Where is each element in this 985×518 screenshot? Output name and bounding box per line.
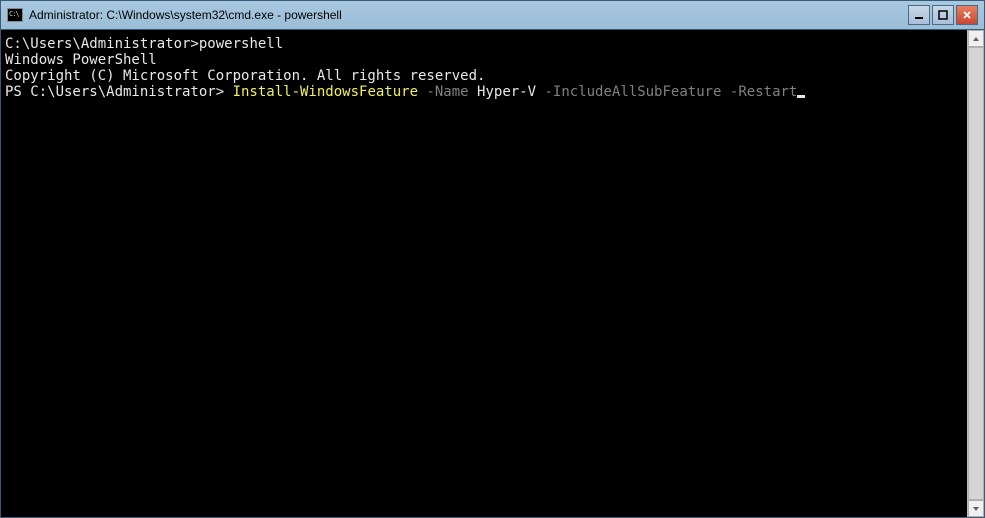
minimize-button[interactable] — [908, 5, 930, 25]
close-button[interactable] — [956, 5, 978, 25]
terminal-line: Windows PowerShell — [5, 52, 963, 68]
terminal-area[interactable]: C:\Users\Administrator>powershellWindows… — [1, 30, 967, 517]
param-name: -IncludeAllSubFeature — [536, 84, 730, 100]
param-value: Hyper-V — [477, 84, 536, 100]
titlebar[interactable]: Administrator: C:\Windows\system32\cmd.e… — [1, 1, 984, 29]
param-name: -Restart — [730, 84, 797, 100]
param-name: -Name — [418, 84, 477, 100]
window-body: C:\Users\Administrator>powershellWindows… — [1, 29, 984, 517]
vertical-scrollbar[interactable] — [967, 30, 984, 517]
terminal-line: C:\Users\Administrator>powershell — [5, 36, 963, 52]
text-cursor — [797, 95, 805, 98]
window-controls — [908, 5, 978, 25]
scroll-down-button[interactable] — [968, 500, 984, 517]
terminal-line: Copyright (C) Microsoft Corporation. All… — [5, 68, 963, 84]
maximize-button[interactable] — [932, 5, 954, 25]
scroll-up-button[interactable] — [968, 30, 984, 47]
cmdlet-name: Install-WindowsFeature — [233, 84, 418, 100]
terminal-current-line: PS C:\Users\Administrator> Install-Windo… — [5, 84, 963, 100]
scroll-track[interactable] — [968, 47, 984, 500]
cmd-icon — [7, 8, 23, 22]
window-title: Administrator: C:\Windows\system32\cmd.e… — [29, 8, 908, 22]
scroll-thumb[interactable] — [968, 47, 984, 500]
cmd-window: Administrator: C:\Windows\system32\cmd.e… — [0, 0, 985, 518]
ps-prompt: PS C:\Users\Administrator> — [5, 84, 233, 100]
